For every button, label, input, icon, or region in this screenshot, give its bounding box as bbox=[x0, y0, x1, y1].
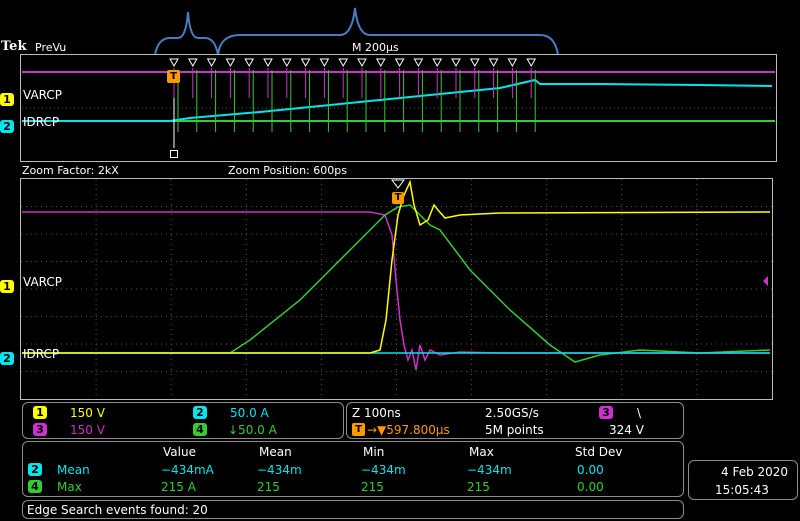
row-min: 215 bbox=[361, 480, 384, 494]
ch3-scale: 150 V bbox=[70, 423, 105, 437]
zoom-ch2-marker[interactable]: 2 bbox=[0, 347, 14, 366]
row-mean: −434m bbox=[257, 463, 302, 477]
row-mean: 215 bbox=[257, 480, 280, 494]
row-measure-name: Max bbox=[57, 480, 82, 494]
ch2-badge[interactable]: 2 bbox=[193, 406, 207, 419]
row-std-dev: 0.00 bbox=[577, 480, 604, 494]
table-row[interactable]: 4 Max 215 A 215 215 215 0.00 bbox=[23, 479, 683, 495]
trigger-level: 324 V bbox=[609, 423, 644, 437]
datetime-panel[interactable]: 4 Feb 2020 15:05:43 bbox=[688, 460, 798, 500]
channel-scale-panel[interactable]: 1 150 V 3 150 V 2 50.0 A 4 ↓50.0 A bbox=[22, 402, 344, 439]
col-header-mean: Mean bbox=[259, 445, 292, 459]
trigger-time: →▼597.800µs bbox=[367, 423, 450, 437]
row-measure-name: Mean bbox=[57, 463, 90, 477]
ch1-scale: 150 V bbox=[70, 406, 105, 420]
row-channel-badge: 4 bbox=[28, 480, 42, 493]
sample-rate: 2.50GS/s bbox=[485, 406, 539, 420]
ch4-scale: ↓50.0 A bbox=[228, 423, 277, 437]
row-max: 215 bbox=[467, 480, 490, 494]
col-header-value: Value bbox=[163, 445, 196, 459]
row-max: −434m bbox=[467, 463, 512, 477]
trigger-source-badge[interactable]: 3 bbox=[599, 406, 613, 419]
zoom-ch2-label: IDRCP bbox=[23, 347, 60, 361]
ch3-badge[interactable]: 3 bbox=[33, 423, 47, 436]
zoom-scale: Z 100ns bbox=[352, 406, 401, 420]
search-status-bar[interactable]: Edge Search events found: 20 bbox=[22, 500, 684, 519]
table-row[interactable]: 2 Mean −434mA −434m −434m −434m 0.00 bbox=[23, 462, 683, 478]
search-events-text: Edge Search events found: 20 bbox=[27, 503, 208, 517]
row-std-dev: 0.00 bbox=[577, 463, 604, 477]
trigger-icon: T bbox=[352, 423, 365, 436]
time-readout: 15:05:43 bbox=[715, 483, 769, 497]
measurement-panel[interactable]: Value Mean Min Max Std Dev 2 Mean −434mA… bbox=[22, 441, 684, 497]
col-header-max: Max bbox=[469, 445, 494, 459]
trigger-slope-icon: \ bbox=[637, 406, 642, 420]
ch1-badge[interactable]: 1 bbox=[33, 406, 47, 419]
date-readout: 4 Feb 2020 bbox=[721, 465, 789, 479]
zoom-ch1-marker[interactable]: 1 bbox=[0, 275, 14, 294]
col-header-std-dev: Std Dev bbox=[575, 445, 623, 459]
row-channel-badge: 2 bbox=[28, 463, 42, 476]
record-length: 5M points bbox=[485, 423, 544, 437]
acquisition-panel[interactable]: Z 100ns 2.50GS/s T →▼597.800µs 5M points… bbox=[346, 402, 684, 439]
ch4-badge[interactable]: 4 bbox=[193, 423, 207, 436]
row-min: −434m bbox=[361, 463, 406, 477]
zoom-ch1-label: VARCP bbox=[23, 275, 63, 289]
row-value: −434mA bbox=[161, 463, 214, 477]
col-header-min: Min bbox=[363, 445, 385, 459]
ch2-scale: 50.0 A bbox=[230, 406, 269, 420]
row-value: 215 A bbox=[161, 480, 196, 494]
